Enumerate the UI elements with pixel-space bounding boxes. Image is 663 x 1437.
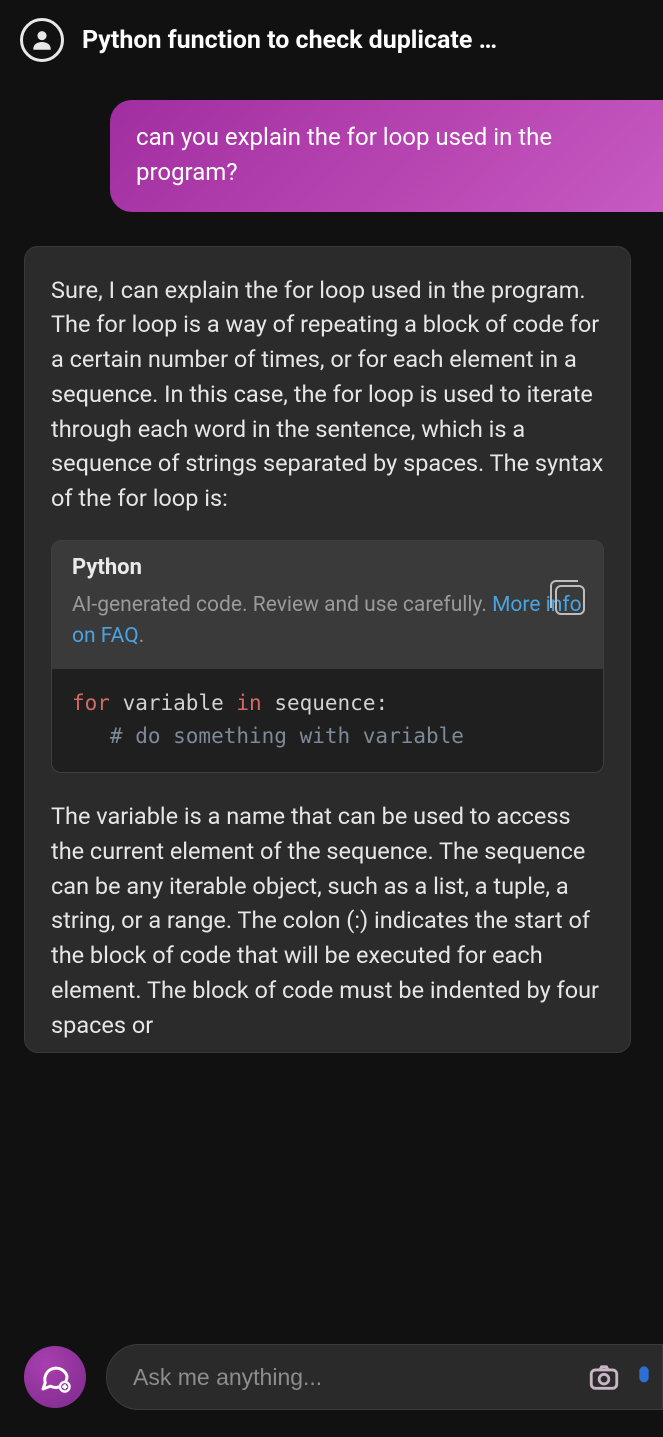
code-disclaimer-text: AI-generated code. Review and use carefu…: [72, 593, 492, 617]
code-comment: # do something with variable: [72, 724, 464, 748]
mic-button-partial[interactable]: [636, 1344, 654, 1410]
person-icon: [29, 27, 55, 53]
new-chat-button[interactable]: [24, 1346, 86, 1408]
assistant-message-bubble: Sure, I can explain the for loop used in…: [24, 246, 631, 1054]
user-message-text: can you explain the for loop used in the…: [136, 123, 552, 186]
code-block-body[interactable]: for variable in sequence: # do something…: [52, 669, 603, 772]
copy-code-button[interactable]: [555, 585, 585, 615]
code-text: sequence:: [262, 691, 388, 715]
composer-input-wrap: [106, 1344, 663, 1410]
composer-bar: [0, 1317, 663, 1437]
user-message-bubble: can you explain the for loop used in the…: [110, 100, 663, 212]
chat-scroll-area[interactable]: can you explain the for loop used in the…: [0, 76, 663, 1256]
code-keyword-in: in: [236, 691, 261, 715]
code-block-header: Python AI-generated code. Review and use…: [52, 541, 603, 669]
page-title: Python function to check duplicate …: [82, 26, 643, 55]
code-language-label: Python: [72, 555, 583, 580]
camera-button[interactable]: [584, 1357, 624, 1397]
camera-icon: [587, 1360, 621, 1394]
code-block-card: Python AI-generated code. Review and use…: [51, 540, 604, 773]
user-avatar-icon[interactable]: [20, 18, 64, 62]
code-keyword-for: for: [72, 691, 110, 715]
code-disclaimer: AI-generated code. Review and use carefu…: [72, 590, 583, 653]
chat-plus-icon: [37, 1359, 73, 1395]
code-text: variable: [110, 691, 236, 715]
assistant-text-after: The variable is a name that can be used …: [51, 799, 604, 1042]
microphone-icon: [638, 1357, 654, 1397]
chat-header: Python function to check duplicate …: [0, 0, 663, 76]
composer-input[interactable]: [133, 1364, 572, 1391]
assistant-text-intro: Sure, I can explain the for loop used in…: [51, 273, 604, 516]
